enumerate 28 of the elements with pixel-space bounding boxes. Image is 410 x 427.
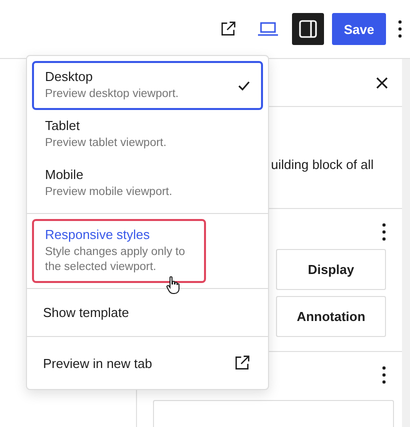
- style-button[interactable]: Annotation: [276, 296, 386, 337]
- show-template-item[interactable]: Show template: [32, 294, 263, 331]
- close-icon[interactable]: [376, 76, 388, 88]
- more-icon[interactable]: [382, 366, 386, 384]
- option-title: Desktop: [45, 69, 94, 84]
- option-title: Tablet: [45, 118, 81, 133]
- viewport-option[interactable]: Tablet Preview tablet viewport.: [32, 110, 263, 159]
- scrollbar[interactable]: [402, 59, 410, 427]
- item-label: Preview in new tab: [43, 356, 152, 370]
- option-description: Style changes apply only to the selected viewport.: [45, 245, 186, 275]
- option-title: Responsive styles: [45, 227, 151, 242]
- sidebar-icon: [298, 19, 318, 39]
- more-icon[interactable]: [398, 20, 402, 38]
- sidebar-toggle-button[interactable]: [292, 13, 324, 45]
- hand-cursor-icon: [166, 276, 180, 294]
- preview-new-tab-item[interactable]: Preview in new tab: [32, 342, 263, 384]
- more-icon[interactable]: [382, 223, 386, 241]
- option-description: Preview desktop viewport.: [45, 87, 179, 102]
- save-button[interactable]: Save: [332, 13, 386, 45]
- block-description: uilding block of all: [271, 157, 374, 172]
- option-description: Preview mobile viewport.: [45, 185, 172, 200]
- laptop-icon: [257, 21, 279, 37]
- style-button[interactable]: Display: [276, 249, 386, 290]
- viewport-option[interactable]: Desktop Preview desktop viewport.: [32, 61, 263, 110]
- option-description: Preview tablet viewport.: [45, 136, 166, 151]
- option-title: Mobile: [45, 167, 84, 182]
- viewport-option[interactable]: Mobile Preview mobile viewport.: [32, 159, 263, 208]
- check-icon: [238, 80, 250, 90]
